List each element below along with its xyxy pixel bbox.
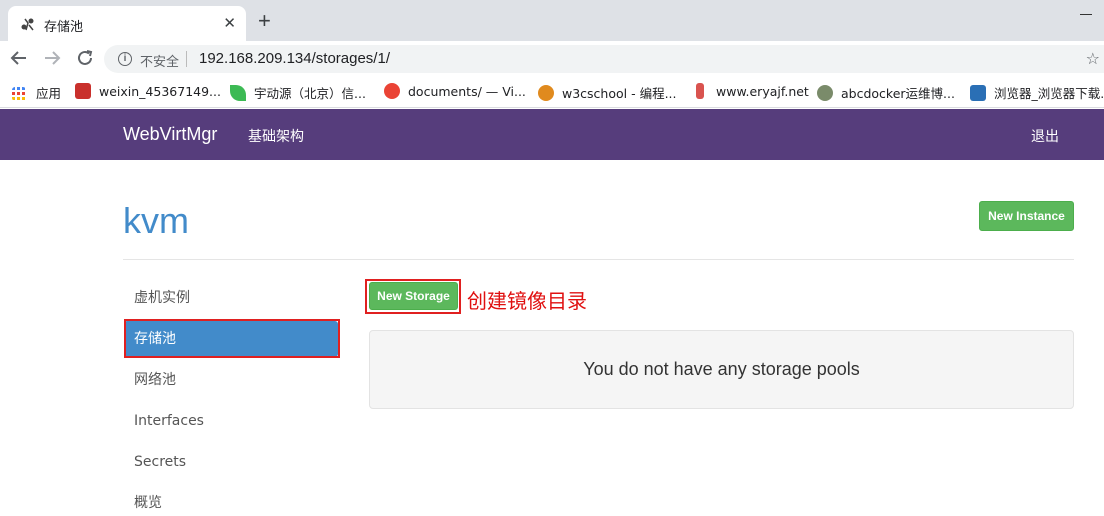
csdn-icon [75, 83, 91, 99]
sidebar-item-overview[interactable]: 概览 [124, 485, 338, 516]
url-text[interactable]: 192.168.209.134/storages/1/ [199, 50, 390, 67]
bookmark-label: w3cschool - 编程... [562, 86, 677, 101]
address-separator [186, 51, 187, 67]
chrome-icon [384, 83, 400, 99]
bookmark-abcdocker[interactable]: abcdocker运维博... [817, 83, 955, 101]
sidebar-item-networks[interactable]: 网络池 [124, 362, 338, 398]
w3cschool-icon [538, 85, 554, 101]
browser-tab-strip: 存储池 ✕ + [0, 0, 1104, 41]
forward-arrow-icon[interactable] [43, 49, 61, 67]
bookmark-w3cschool[interactable]: w3cschool - 编程... [538, 83, 677, 101]
reload-icon[interactable] [76, 49, 94, 67]
sidebar-item-secrets[interactable]: Secrets [124, 444, 338, 480]
webvirtmgr-favicon-icon [21, 18, 34, 31]
minimize-window-icon[interactable] [1080, 14, 1092, 15]
leaf-icon [230, 85, 246, 101]
browser-toolbar: i 不安全 192.168.209.134/storages/1/ ☆ [0, 41, 1104, 76]
logout-link[interactable]: 退出 [1031, 126, 1059, 146]
bookmark-csdn[interactable]: weixin_45367149... [75, 83, 221, 101]
app-navbar: WebVirtMgr 基础架构 退出 [0, 109, 1104, 160]
bookmark-label: documents/ — Vi... [408, 84, 526, 99]
bookmark-documents[interactable]: documents/ — Vi... [384, 83, 526, 101]
sidebar-item-instances[interactable]: 虚机实例 [124, 280, 338, 316]
header-divider [123, 259, 1074, 260]
bookmark-label: 应用 [36, 86, 62, 101]
highlight-box-storage-pools [124, 319, 340, 358]
new-tab-button[interactable]: + [258, 10, 271, 32]
new-instance-button[interactable]: New Instance [979, 201, 1074, 231]
annotation-create-image-dir: 创建镜像目录 [467, 289, 587, 313]
bookmark-label: weixin_45367149... [99, 84, 221, 99]
bookmark-browser-download[interactable]: 浏览器_浏览器下载... [970, 83, 1104, 101]
bookmark-label: www.eryajf.net [716, 84, 809, 99]
sidebar-item-interfaces[interactable]: Interfaces [124, 403, 338, 439]
bookmark-eryajf[interactable]: www.eryajf.net [692, 83, 809, 101]
bookmark-label: 宇动源（北京）信... [254, 86, 366, 101]
apps-grid-icon [12, 87, 25, 100]
security-label[interactable]: 不安全 [140, 51, 179, 70]
address-bar[interactable]: i 不安全 192.168.209.134/storages/1/ ☆ [104, 45, 1104, 73]
close-tab-icon[interactable]: ✕ [223, 14, 236, 32]
brand-logo[interactable]: WebVirtMgr [123, 124, 217, 145]
tab-title: 存储池 [44, 20, 84, 35]
empty-storage-message: You do not have any storage pools [369, 330, 1074, 409]
bookmark-label: abcdocker运维博... [841, 86, 955, 101]
browser-site-icon [970, 85, 986, 101]
bookmark-label: 浏览器_浏览器下载... [994, 86, 1104, 101]
highlight-box-new-storage [365, 279, 461, 314]
bookmark-apps[interactable]: 应用 [12, 83, 61, 101]
abcdocker-icon [817, 85, 833, 101]
candle-icon [696, 83, 704, 99]
page-title: kvm [123, 200, 189, 241]
info-icon[interactable]: i [118, 52, 132, 66]
bookmark-yudongyuan[interactable]: 宇动源（北京）信... [230, 83, 366, 101]
back-arrow-icon[interactable] [10, 49, 28, 67]
bookmark-star-icon[interactable]: ☆ [1086, 49, 1100, 69]
bookmarks-bar: 应用 weixin_45367149... 宇动源（北京）信... docume… [0, 76, 1104, 108]
nav-infrastructure[interactable]: 基础架构 [248, 126, 304, 146]
browser-tab[interactable]: 存储池 ✕ [8, 6, 246, 41]
